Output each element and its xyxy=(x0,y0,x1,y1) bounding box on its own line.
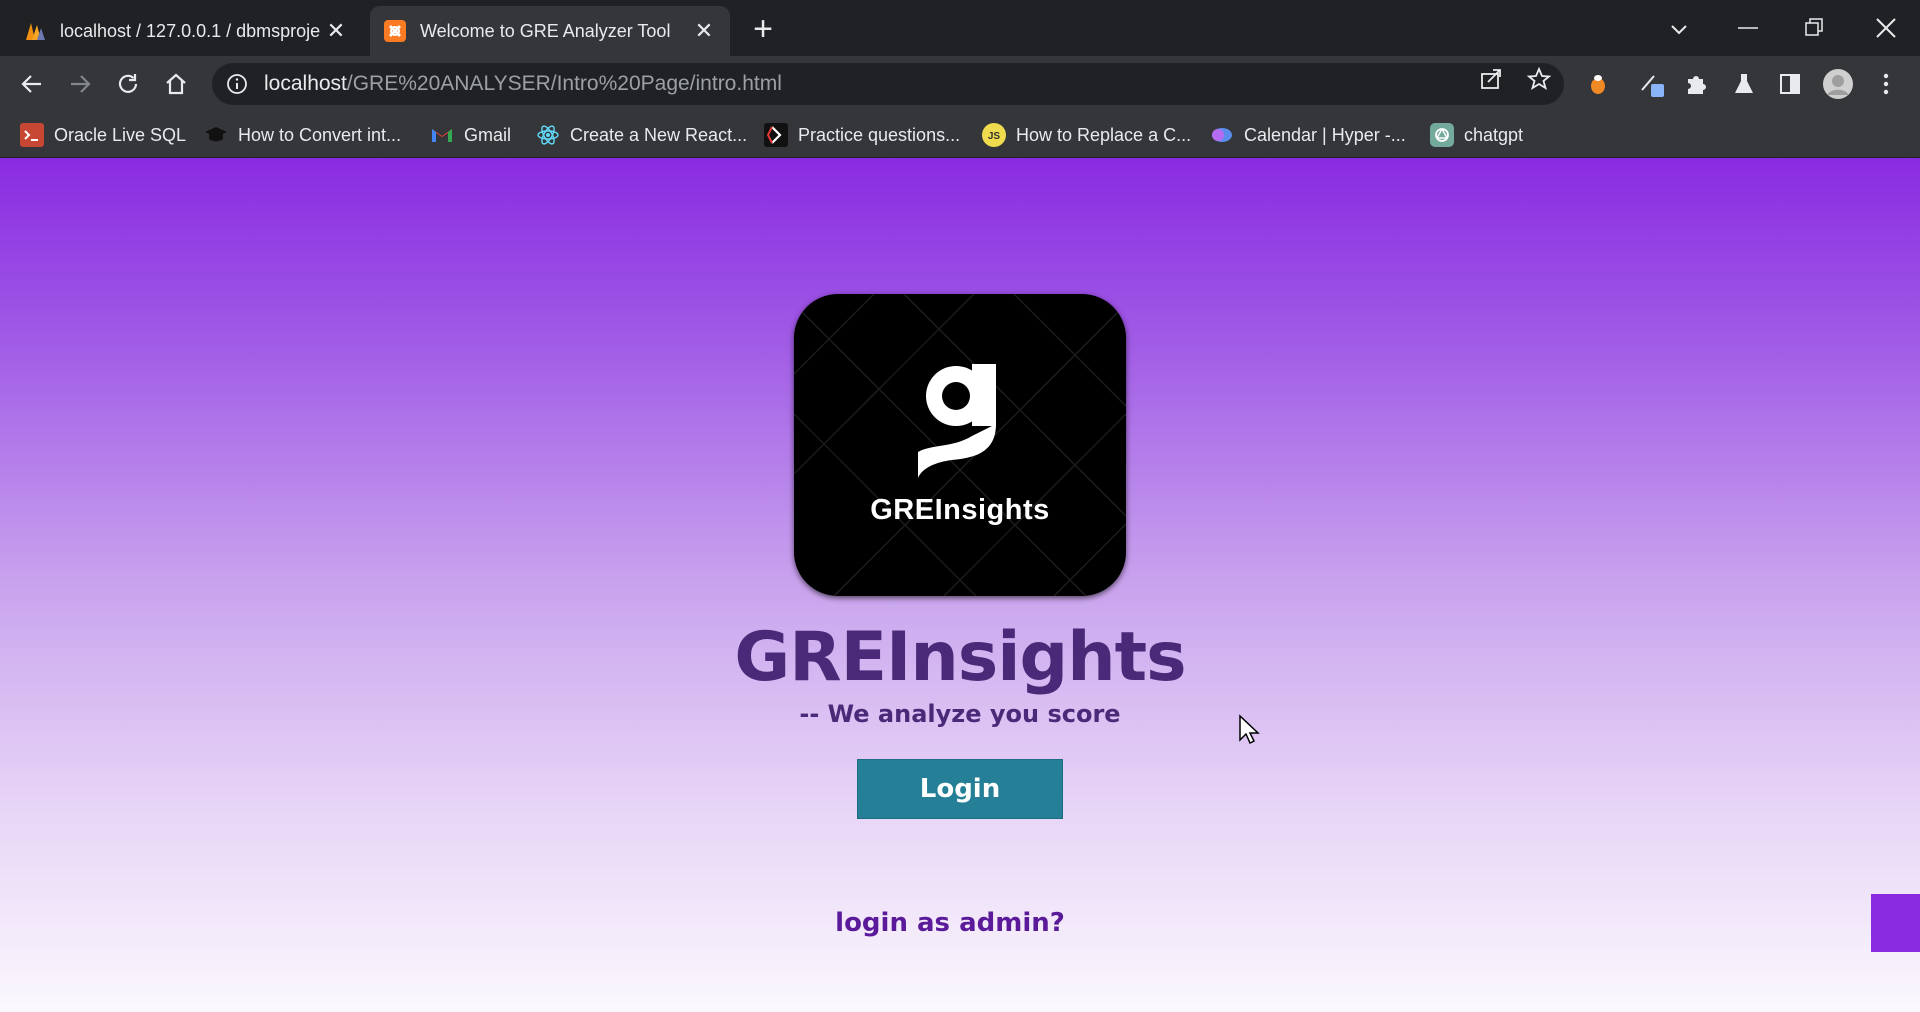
new-tab-button[interactable]: + xyxy=(746,12,780,48)
close-icon[interactable]: ✕ xyxy=(324,18,348,43)
gmail-icon xyxy=(430,123,454,147)
window-close-icon[interactable] xyxy=(1866,8,1906,48)
share-icon[interactable] xyxy=(1476,64,1506,94)
page-title: GREInsights xyxy=(734,618,1186,697)
bookmark-calendar-hyper[interactable]: Calendar | Hyper -... xyxy=(1210,120,1406,150)
browser-tab-strip: localhost / 127.0.0.1 / dbmsproje ✕ Welc… xyxy=(0,0,1920,56)
close-icon[interactable]: ✕ xyxy=(692,18,716,43)
tab-gre-analyzer[interactable]: Welcome to GRE Analyzer Tool ✕ xyxy=(370,6,730,56)
tab-title: localhost / 127.0.0.1 / dbmsproje xyxy=(60,20,321,41)
svg-text:JS: JS xyxy=(988,131,1001,142)
bookmark-label: How to Replace a C... xyxy=(1016,124,1192,145)
bookmark-practice-questions[interactable]: Practice questions... xyxy=(764,120,960,150)
home-icon[interactable] xyxy=(158,66,194,102)
bookmark-label: How to Convert int... xyxy=(238,124,402,145)
logo-wordmark: GREInsights xyxy=(870,494,1050,526)
greinsights-logo: GREInsights xyxy=(794,294,1126,596)
g-letter-icon xyxy=(918,364,996,478)
side-panel-icon[interactable] xyxy=(1774,68,1806,100)
oracle-live-sql-icon xyxy=(20,123,44,147)
tab-title: Welcome to GRE Analyzer Tool xyxy=(420,20,671,41)
tab-search-chevron-icon[interactable] xyxy=(1664,14,1694,44)
mouse-cursor-icon xyxy=(1239,714,1260,745)
site-info-icon[interactable] xyxy=(224,71,250,97)
graduation-cap-icon xyxy=(204,123,228,147)
bookmark-label: Calendar | Hyper -... xyxy=(1244,124,1406,145)
labs-flask-icon[interactable] xyxy=(1728,68,1760,100)
bookmarks-bar: Oracle Live SQL How to Convert int... Gm… xyxy=(0,112,1920,158)
bookmark-label: Gmail xyxy=(464,124,512,145)
calendar-hyper-icon xyxy=(1210,123,1234,147)
bookmark-gmail[interactable]: Gmail xyxy=(430,120,511,150)
address-bar[interactable]: localhost/GRE%20ANALYSER/Intro%20Page/in… xyxy=(212,63,1564,105)
bookmark-how-to-convert[interactable]: How to Convert int... xyxy=(204,120,401,150)
tab-phpmyadmin[interactable]: localhost / 127.0.0.1 / dbmsproje ✕ xyxy=(10,6,362,56)
admin-login-link[interactable]: login as admin? xyxy=(740,908,1160,938)
phpmyadmin-icon xyxy=(24,20,46,42)
back-arrow-icon[interactable] xyxy=(14,66,50,102)
bookmark-how-to-replace[interactable]: JS How to Replace a C... xyxy=(982,120,1191,150)
login-button[interactable]: Login xyxy=(857,759,1063,819)
forward-arrow-icon[interactable] xyxy=(62,66,98,102)
tagline: -- We analyze you score xyxy=(799,700,1121,728)
bookmark-label: Create a New React... xyxy=(570,124,748,145)
extension-orange-icon[interactable] xyxy=(1582,68,1614,100)
extensions-puzzle-icon[interactable] xyxy=(1680,68,1712,100)
chatgpt-icon xyxy=(1430,123,1454,147)
react-icon xyxy=(536,123,560,147)
bookmark-oracle-live-sql[interactable]: Oracle Live SQL xyxy=(20,120,186,150)
chrome-menu-icon[interactable] xyxy=(1870,68,1902,100)
practice-icon xyxy=(764,123,788,147)
bookmark-star-icon[interactable] xyxy=(1524,64,1554,94)
url-host: localhost xyxy=(264,72,347,95)
profile-avatar[interactable] xyxy=(1822,68,1854,100)
restore-icon[interactable] xyxy=(1794,8,1834,48)
extension-pen-icon[interactable] xyxy=(1636,68,1668,100)
url-text: localhost/GRE%20ANALYSER/Intro%20Page/in… xyxy=(264,72,782,96)
xampp-icon xyxy=(384,20,406,42)
bookmark-label: chatgpt xyxy=(1464,124,1524,145)
browser-toolbar: localhost/GRE%20ANALYSER/Intro%20Page/in… xyxy=(0,56,1920,112)
intro-page: GREInsights GREInsights -- We analyze yo… xyxy=(0,158,1920,1012)
bookmark-label: Practice questions... xyxy=(798,124,961,145)
minimize-icon[interactable] xyxy=(1728,8,1768,48)
js-icon: JS xyxy=(982,123,1006,147)
bookmark-chatgpt[interactable]: chatgpt xyxy=(1430,120,1523,150)
reload-icon[interactable] xyxy=(110,66,146,102)
bookmark-create-react[interactable]: Create a New React... xyxy=(536,120,747,150)
bookmark-label: Oracle Live SQL xyxy=(54,124,187,145)
url-path: /GRE%20ANALYSER/Intro%20Page/intro.html xyxy=(346,72,782,95)
side-widget[interactable] xyxy=(1871,894,1920,952)
